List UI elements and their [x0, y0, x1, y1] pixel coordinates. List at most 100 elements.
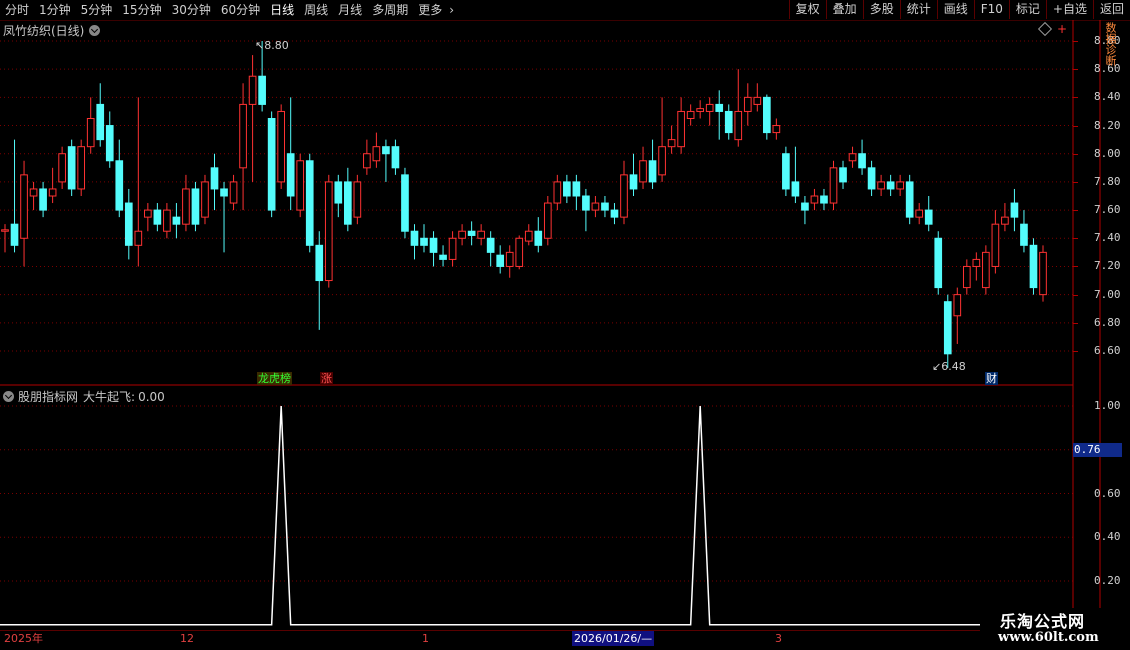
indicator-grid	[0, 405, 1073, 582]
candle-body	[67, 146, 76, 190]
candle-body	[591, 202, 600, 211]
candle-body	[658, 146, 666, 176]
candle-body	[715, 103, 724, 112]
candle-body	[401, 174, 409, 232]
watermark: 乐淘公式网 www.60lt.com	[980, 608, 1130, 650]
candle-body	[743, 96, 752, 112]
candle-body	[934, 237, 943, 289]
candle-body	[639, 160, 647, 183]
candle-body	[267, 118, 276, 211]
candle-body	[124, 202, 133, 246]
candle-body	[620, 174, 628, 218]
candle-body	[182, 188, 190, 225]
candle-body	[724, 110, 733, 134]
candle-body	[1, 229, 9, 232]
chart-canvas[interactable]	[0, 0, 1130, 650]
indicator-tick: 0.60	[1094, 486, 1121, 500]
candle-body	[524, 230, 533, 242]
candle-body	[239, 103, 247, 169]
candle-body	[220, 188, 228, 197]
candlestick-series	[1, 41, 1047, 368]
candle-body	[343, 181, 352, 225]
candle-body	[20, 174, 28, 239]
candle-body	[858, 153, 866, 169]
candle-body	[296, 160, 305, 211]
high-marker: ↖8.80	[255, 39, 289, 52]
price-tick-mark	[1073, 69, 1078, 71]
candle-body	[696, 108, 705, 112]
crosshair-value-box: 0.76	[1073, 443, 1122, 457]
candle-body	[334, 181, 343, 204]
candle-body	[629, 174, 638, 190]
longhu-tag[interactable]: 龙虎榜	[257, 372, 292, 385]
candle-body	[991, 223, 1000, 267]
candle-body	[248, 75, 257, 105]
candle-body	[582, 195, 590, 211]
candle-body	[867, 167, 876, 190]
candle-body	[201, 181, 209, 218]
candle-body	[410, 230, 419, 246]
candle-body	[801, 202, 809, 211]
candle-body	[543, 202, 552, 239]
candle-body	[163, 209, 171, 232]
indicator-tick: 1.00	[1094, 399, 1121, 412]
candle-body	[353, 181, 362, 218]
candle-body	[572, 181, 581, 197]
candle-body	[915, 209, 924, 218]
candle-body	[429, 237, 438, 253]
price-tick-mark	[1073, 351, 1078, 352]
candle-body	[534, 230, 543, 246]
price-tick-mark	[1073, 97, 1078, 99]
candle-body	[1020, 223, 1028, 246]
candle-body	[686, 110, 695, 119]
date-label-year: 2025年	[4, 632, 43, 645]
cursor-date: 2026/01/26/—	[572, 631, 655, 646]
candle-body	[305, 160, 314, 246]
candle-body	[553, 181, 562, 204]
price-tick-mark	[1073, 266, 1078, 268]
candle-body	[734, 110, 743, 141]
candle-body	[648, 160, 657, 183]
candle-body	[896, 181, 904, 190]
candle-body	[191, 188, 200, 225]
candle-body	[782, 153, 790, 190]
candle-body	[753, 96, 762, 105]
candle-body	[382, 146, 390, 155]
candle-body	[905, 181, 914, 218]
candle-body	[763, 96, 771, 134]
indicator-polyline	[0, 405, 1130, 626]
indicator-title[interactable]: 股朋指标网 大牛起飞: 0.00	[3, 388, 165, 405]
candle-body	[10, 223, 19, 246]
candle-body	[372, 146, 381, 162]
indicator-name: 大牛起飞:	[83, 390, 136, 404]
low-marker: ↙6.48	[932, 360, 966, 373]
date-axis: 2025年 12 1 3 2026/01/26/—	[0, 631, 1130, 646]
zhang-tag[interactable]: 涨	[320, 372, 333, 385]
candle-body	[515, 237, 524, 267]
price-tick-mark	[1073, 181, 1078, 183]
candle-body	[496, 254, 505, 267]
watermark-url: www.60lt.com	[998, 630, 1099, 645]
indicator-tick: 0.20	[1094, 574, 1121, 587]
high-value: 8.80	[264, 39, 289, 52]
watermark-title: 乐淘公式网	[1000, 612, 1086, 631]
candle-body	[324, 181, 333, 282]
candle-body	[563, 181, 571, 197]
cai-tag[interactable]: 财	[985, 372, 998, 385]
date-label-dec: 12	[180, 632, 194, 645]
price-tick-mark	[1073, 210, 1078, 212]
candle-body	[610, 209, 619, 218]
indicator-value: 0.00	[138, 389, 165, 404]
candle-body	[96, 103, 105, 141]
candle-body	[115, 160, 124, 211]
low-value: 6.48	[941, 360, 966, 373]
price-tick-mark	[1073, 238, 1078, 240]
candle-body	[962, 265, 971, 289]
candle-body	[972, 258, 981, 267]
candle-body	[86, 118, 95, 148]
right-info-strip: 数据诊断	[1104, 22, 1116, 66]
candle-body	[1010, 202, 1019, 218]
date-label-mar: 3	[775, 632, 782, 645]
chevron-down-icon[interactable]	[3, 391, 14, 402]
candle-body	[439, 254, 447, 260]
